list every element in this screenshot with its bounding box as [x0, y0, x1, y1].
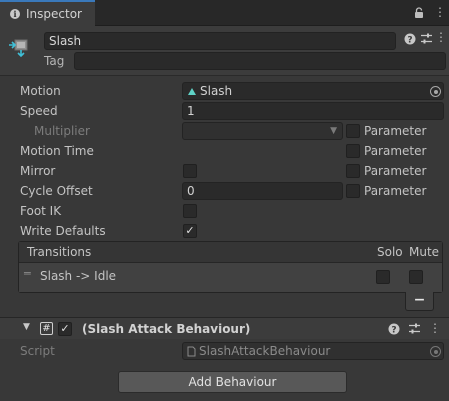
- header-menu-icon[interactable]: ⋮: [435, 30, 447, 44]
- cycle-offset-label: Cycle Offset: [20, 184, 93, 198]
- mirror-parameter-label: Parameter: [364, 164, 427, 178]
- drag-handle-icon[interactable]: ═: [24, 267, 31, 280]
- cycle-offset-input[interactable]: 0: [182, 182, 343, 200]
- inspector-header: Slash Tag ? ⋮: [0, 26, 449, 76]
- script-file-icon: [187, 346, 196, 356]
- behaviour-settings-icon[interactable]: [408, 322, 421, 335]
- multiplier-dropdown[interactable]: ▼: [182, 122, 343, 140]
- script-field: SlashAttackBehaviour: [182, 342, 444, 360]
- info-icon: i: [10, 9, 20, 19]
- multiplier-parameter-checkbox[interactable]: [346, 124, 360, 138]
- motion-time-label: Motion Time: [20, 144, 94, 158]
- foot-ik-label: Foot IK: [20, 204, 62, 218]
- behaviour-header[interactable]: ▼ # ✓ (Slash Attack Behaviour) ? ⋮: [0, 317, 449, 339]
- cycle-offset-parameter-label: Parameter: [364, 184, 427, 198]
- behaviour-enabled-checkbox[interactable]: ✓: [58, 322, 72, 336]
- tag-label: Tag: [44, 54, 65, 68]
- chevron-down-icon: ▼: [330, 126, 337, 136]
- motion-picker-icon[interactable]: [430, 86, 441, 97]
- transition-mute-checkbox[interactable]: [409, 270, 423, 284]
- foot-ik-checkbox[interactable]: [183, 204, 197, 218]
- multiplier-parameter-label: Parameter: [364, 124, 427, 138]
- tab-inspector-label: Inspector: [26, 7, 82, 21]
- mirror-parameter-checkbox[interactable]: [346, 164, 360, 178]
- transition-solo-checkbox[interactable]: [376, 270, 390, 284]
- transition-row[interactable]: ═ Slash -> Idle: [19, 264, 442, 292]
- script-picker-icon: [430, 346, 441, 357]
- behaviour-menu-icon[interactable]: ⋮: [429, 321, 441, 335]
- state-name-input[interactable]: Slash: [44, 32, 396, 50]
- transition-name: Slash -> Idle: [40, 269, 117, 283]
- multiplier-label: Multiplier: [34, 124, 90, 138]
- motion-time-parameter-label: Parameter: [364, 144, 427, 158]
- cycle-offset-parameter-checkbox[interactable]: [346, 184, 360, 198]
- script-icon: #: [40, 322, 53, 335]
- svg-text:?: ?: [407, 36, 412, 46]
- tag-input[interactable]: [74, 52, 446, 70]
- script-value: SlashAttackBehaviour: [199, 344, 331, 358]
- mirror-checkbox[interactable]: [183, 164, 197, 178]
- speed-label: Speed: [20, 104, 58, 118]
- foldout-arrow-icon[interactable]: ▼: [23, 322, 30, 332]
- solo-header: Solo: [377, 245, 403, 259]
- behaviour-title: (Slash Attack Behaviour): [82, 322, 251, 336]
- speed-input[interactable]: 1: [182, 102, 444, 120]
- transitions-title: Transitions: [27, 245, 92, 259]
- transitions-header: Transitions Solo Mute: [19, 242, 442, 263]
- settings-icon[interactable]: [420, 32, 433, 45]
- help-icon[interactable]: ?: [404, 33, 416, 45]
- write-defaults-checkbox[interactable]: ✓: [183, 224, 197, 238]
- remove-transition-button[interactable]: −: [405, 292, 434, 311]
- animation-clip-icon: [188, 87, 196, 95]
- tab-inspector[interactable]: i Inspector: [0, 0, 95, 26]
- state-icon: [9, 39, 28, 58]
- tab-menu-icon[interactable]: ⋮: [434, 5, 446, 19]
- transitions-list: Transitions Solo Mute ═ Slash -> Idle: [18, 241, 443, 293]
- script-label: Script: [20, 344, 55, 358]
- svg-text:?: ?: [391, 326, 396, 336]
- motion-field[interactable]: Slash: [182, 82, 444, 100]
- motion-value: Slash: [200, 84, 233, 98]
- tab-bar: i Inspector ⋮: [0, 0, 449, 26]
- motion-time-parameter-checkbox[interactable]: [346, 144, 360, 158]
- write-defaults-label: Write Defaults: [20, 224, 106, 238]
- add-behaviour-button[interactable]: Add Behaviour: [118, 371, 347, 393]
- behaviour-help-icon[interactable]: ?: [388, 323, 400, 335]
- mirror-label: Mirror: [20, 164, 56, 178]
- motion-label: Motion: [20, 84, 61, 98]
- mute-header: Mute: [409, 245, 440, 259]
- lock-icon[interactable]: [414, 7, 424, 19]
